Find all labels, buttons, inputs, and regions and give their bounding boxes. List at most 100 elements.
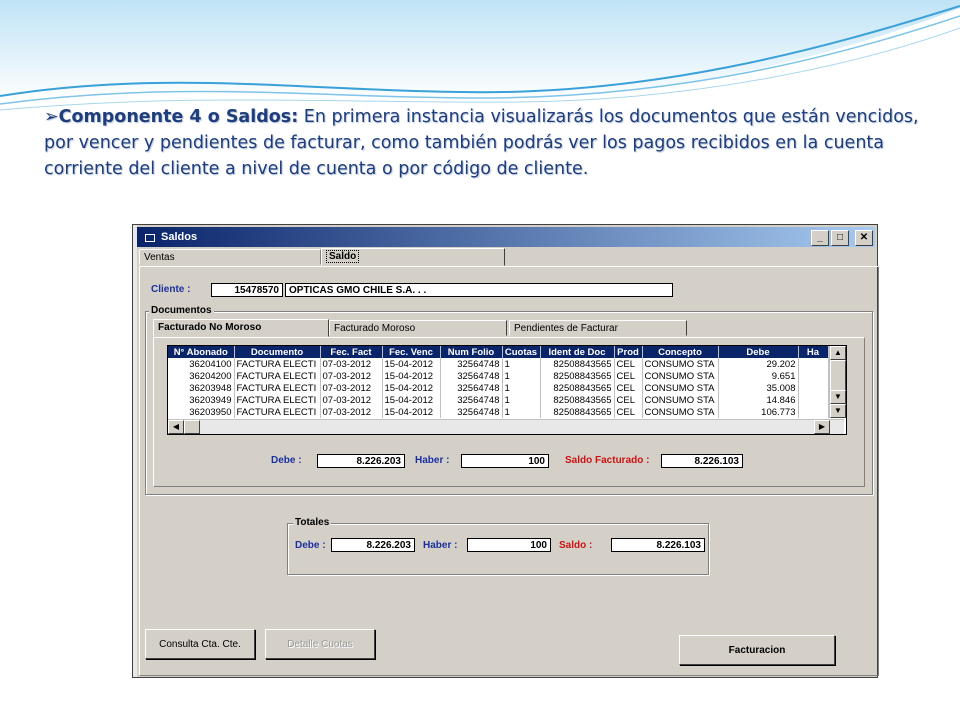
table-cell[interactable]: 15-04-2012 xyxy=(382,382,441,394)
table-row[interactable]: 36204200 FACTURA ELECTI 07-03-2012 15-04-20… xyxy=(168,370,829,382)
table-cell[interactable] xyxy=(798,394,829,406)
table-cell[interactable]: 9.651 xyxy=(718,370,799,382)
table-cell[interactable]: 15-04-2012 xyxy=(382,358,441,370)
table-cell[interactable]: 82508843565 xyxy=(540,358,615,370)
debe-field[interactable]: 8.226.203 xyxy=(317,454,405,468)
table-cell[interactable]: 32564748 xyxy=(440,406,503,418)
detalle-cuotas-button[interactable]: Detalle Cuotas xyxy=(265,629,375,659)
table-cell[interactable]: CONSUMO STA xyxy=(642,382,719,394)
table-cell[interactable]: 36203950 xyxy=(168,406,235,418)
grid-horizontal-scrollbar[interactable]: ◀ ▶ xyxy=(168,419,844,434)
table-row[interactable]: 36203949 FACTURA ELECTI 07-03-2012 15-04-20… xyxy=(168,394,829,406)
tab-ventas[interactable]: Ventas xyxy=(139,249,321,265)
totales-saldo-field[interactable]: 8.226.103 xyxy=(611,538,705,552)
consulta-cta-cte-button[interactable]: Consulta Cta. Cte. xyxy=(145,629,255,659)
table-cell[interactable]: 15-04-2012 xyxy=(382,406,441,418)
table-row[interactable]: 36204100 FACTURA ELECTI 07-03-2012 15-04-20… xyxy=(168,358,829,370)
vertical-scroll-thumb[interactable] xyxy=(830,360,846,392)
col-header[interactable]: Ha xyxy=(798,346,829,358)
table-cell[interactable]: 35.008 xyxy=(718,382,799,394)
cliente-name-field[interactable]: OPTICAS GMO CHILE S.A. . . xyxy=(285,283,673,297)
table-cell[interactable]: 36204100 xyxy=(168,358,235,370)
window-titlebar[interactable]: Saldos _ □ ✕ xyxy=(137,227,875,247)
table-cell[interactable] xyxy=(798,406,829,418)
col-header[interactable]: Debe xyxy=(718,346,799,358)
table-cell[interactable]: CEL xyxy=(614,358,643,370)
col-header[interactable]: Cuotas xyxy=(502,346,541,358)
table-cell[interactable]: 07-03-2012 xyxy=(320,394,383,406)
table-cell[interactable] xyxy=(798,358,829,370)
table-cell[interactable] xyxy=(798,382,829,394)
horizontal-scroll-thumb[interactable] xyxy=(184,420,200,434)
col-header[interactable]: N° Abonado xyxy=(168,346,235,358)
col-header[interactable]: Prod xyxy=(614,346,643,358)
table-cell[interactable]: FACTURA ELECTI xyxy=(234,406,321,418)
table-cell[interactable]: FACTURA ELECTI xyxy=(234,358,321,370)
tab-facturado-no-moroso[interactable]: Facturado No Moroso xyxy=(153,319,329,337)
maximize-button[interactable]: □ xyxy=(831,230,849,246)
saldo-facturado-field[interactable]: 8.226.103 xyxy=(661,454,743,468)
table-cell[interactable]: 82508843565 xyxy=(540,370,615,382)
documentos-grid[interactable]: N° Abonado Documento Fec. Fact Fec. Venc… xyxy=(167,345,847,435)
col-header[interactable]: Fec. Venc xyxy=(382,346,441,358)
totales-debe-field[interactable]: 8.226.203 xyxy=(331,538,415,552)
scroll-right-icon[interactable]: ▶ xyxy=(814,420,830,434)
table-cell[interactable]: 1 xyxy=(502,406,541,418)
table-cell[interactable]: 14.846 xyxy=(718,394,799,406)
table-cell[interactable]: 82508843565 xyxy=(540,406,615,418)
col-header[interactable]: Num Folio xyxy=(440,346,503,358)
table-cell[interactable] xyxy=(798,370,829,382)
table-cell[interactable]: FACTURA ELECTI xyxy=(234,370,321,382)
table-cell[interactable]: 82508843565 xyxy=(540,394,615,406)
table-cell[interactable]: 29.202 xyxy=(718,358,799,370)
table-cell[interactable]: 15-04-2012 xyxy=(382,370,441,382)
table-cell[interactable]: 1 xyxy=(502,394,541,406)
table-cell[interactable]: 32564748 xyxy=(440,358,503,370)
table-cell[interactable]: 106.773 xyxy=(718,406,799,418)
table-cell[interactable]: 82508843565 xyxy=(540,382,615,394)
table-cell[interactable]: 36204200 xyxy=(168,370,235,382)
tab-pendientes-de-facturar[interactable]: Pendientes de Facturar xyxy=(509,320,687,336)
table-cell[interactable]: CONSUMO STA xyxy=(642,370,719,382)
table-cell[interactable]: FACTURA ELECTI xyxy=(234,382,321,394)
facturacion-button[interactable]: Facturacion xyxy=(679,635,835,665)
table-cell[interactable]: 32564748 xyxy=(440,394,503,406)
table-cell[interactable]: CONSUMO STA xyxy=(642,394,719,406)
minimize-button[interactable]: _ xyxy=(811,230,829,246)
table-cell[interactable]: 07-03-2012 xyxy=(320,406,383,418)
table-cell[interactable]: 1 xyxy=(502,370,541,382)
table-cell[interactable]: 32564748 xyxy=(440,370,503,382)
table-cell[interactable]: CEL xyxy=(614,370,643,382)
totales-haber-field[interactable]: 100 xyxy=(467,538,551,552)
col-header[interactable]: Documento xyxy=(234,346,321,358)
table-cell[interactable]: 15-04-2012 xyxy=(382,394,441,406)
table-cell[interactable]: 07-03-2012 xyxy=(320,358,383,370)
table-row[interactable]: 36203948 FACTURA ELECTI 07-03-2012 15-04-20… xyxy=(168,382,829,394)
col-header[interactable]: Fec. Fact xyxy=(320,346,383,358)
table-cell[interactable]: 07-03-2012 xyxy=(320,382,383,394)
table-cell[interactable]: 1 xyxy=(502,382,541,394)
table-cell[interactable]: CEL xyxy=(614,394,643,406)
table-cell[interactable]: 07-03-2012 xyxy=(320,370,383,382)
table-cell[interactable]: CONSUMO STA xyxy=(642,406,719,418)
scroll-left-icon[interactable]: ◀ xyxy=(168,420,184,434)
table-cell[interactable]: CONSUMO STA xyxy=(642,358,719,370)
table-cell[interactable]: 36203948 xyxy=(168,382,235,394)
tab-saldo[interactable]: Saldo xyxy=(321,248,505,266)
grid-vertical-scrollbar[interactable]: ▲ ▼ ▼ xyxy=(829,346,846,418)
table-cell[interactable]: 32564748 xyxy=(440,382,503,394)
tab-facturado-moroso[interactable]: Facturado Moroso xyxy=(329,320,507,336)
scroll-down-end-icon[interactable]: ▼ xyxy=(830,404,846,418)
cliente-code-field[interactable]: 15478570 xyxy=(211,283,283,297)
col-header[interactable]: Concepto xyxy=(642,346,719,358)
table-cell[interactable]: CEL xyxy=(614,382,643,394)
table-cell[interactable]: 1 xyxy=(502,358,541,370)
scroll-up-icon[interactable]: ▲ xyxy=(830,346,846,360)
table-cell[interactable]: FACTURA ELECTI xyxy=(234,394,321,406)
table-cell[interactable]: CEL xyxy=(614,406,643,418)
haber-field[interactable]: 100 xyxy=(461,454,549,468)
close-button[interactable]: ✕ xyxy=(855,230,873,246)
scroll-down-icon[interactable]: ▼ xyxy=(830,390,846,404)
table-cell[interactable]: 36203949 xyxy=(168,394,235,406)
table-row[interactable]: 36203950 FACTURA ELECTI 07-03-2012 15-04-20… xyxy=(168,406,829,418)
